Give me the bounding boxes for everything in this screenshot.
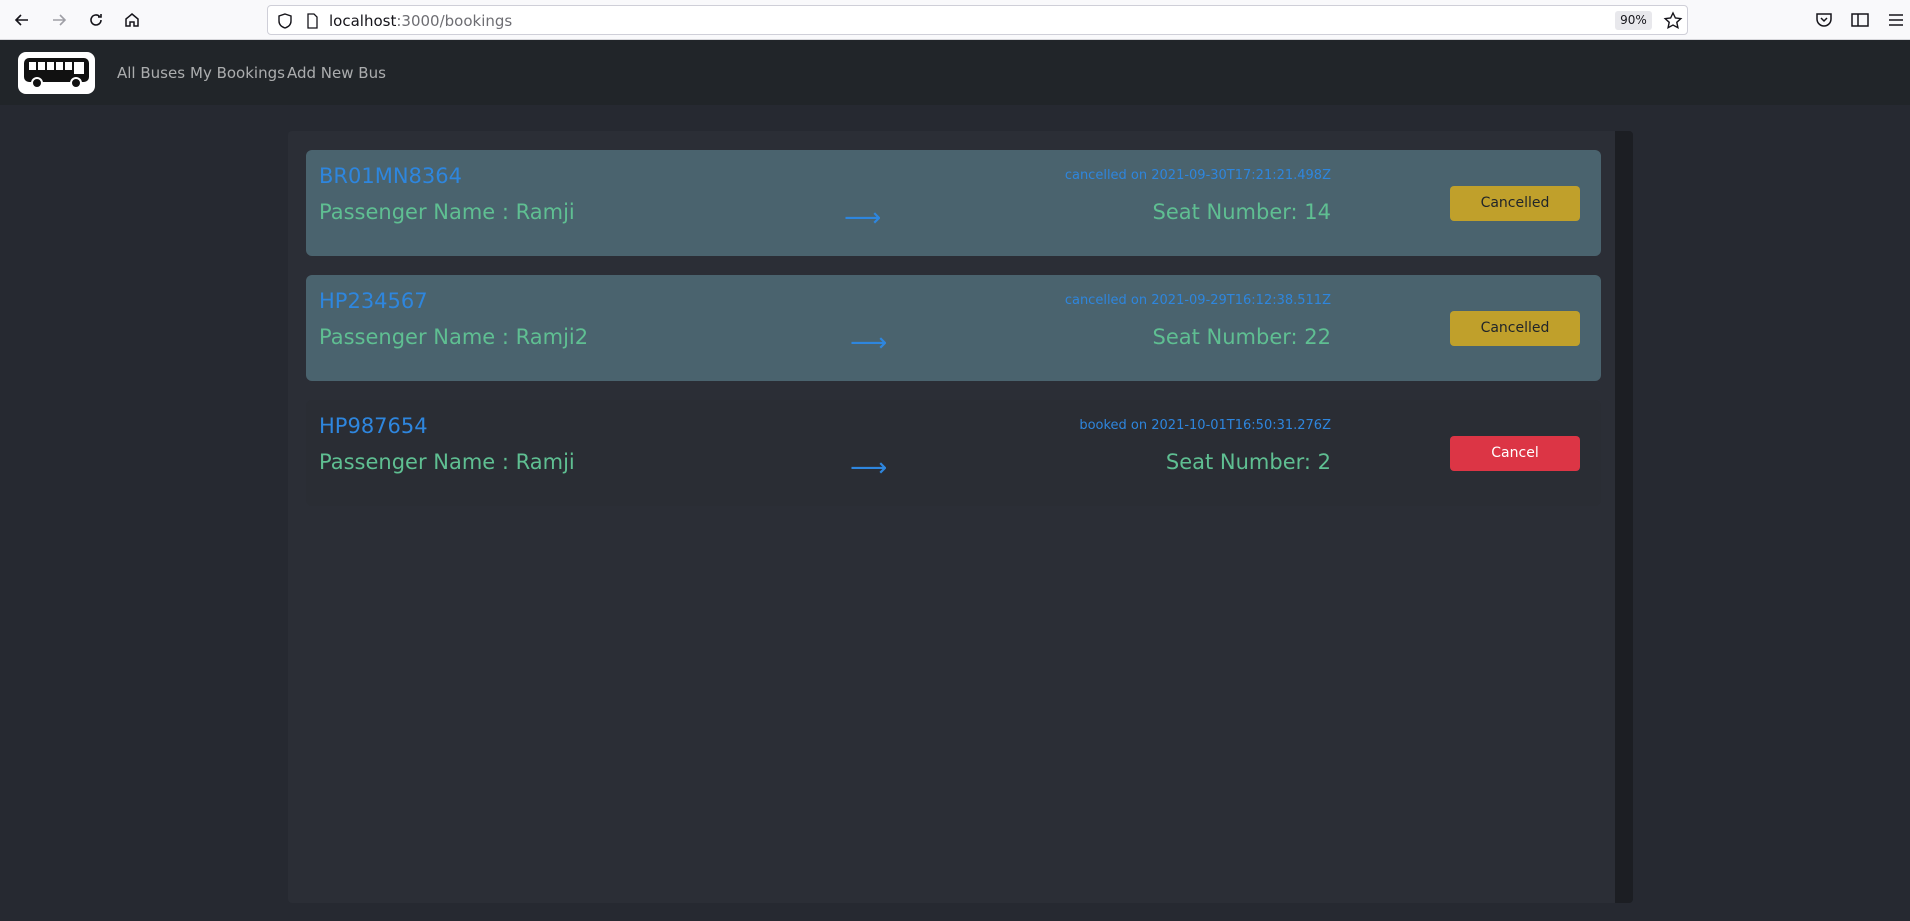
booking-status-time: cancelled on 2021-09-29T16:12:38.511Z [1064,293,1331,308]
passenger-name: Passenger Name : Ramji [319,200,575,224]
url-bar[interactable]: localhost:3000/bookings 90% [267,5,1688,35]
pocket-icon[interactable] [1814,10,1834,30]
cancel-button[interactable]: Cancel [1450,436,1580,471]
route-arrow-icon: ⟶ [850,453,888,483]
booking-card: BR01MN8364 Passenger Name : Ramji ⟶ canc… [306,150,1601,256]
bus-number: BR01MN8364 [319,164,462,188]
nav-all-buses[interactable]: All Buses [117,64,185,82]
route-arrow-icon: ⟶ [850,328,888,358]
shield-icon[interactable] [276,12,294,30]
browser-toolbar: localhost:3000/bookings 90% [0,0,1910,40]
route-arrow-icon: ⟶ [844,203,882,233]
booking-card: HP987654 Passenger Name : Ramji ⟶ booked… [306,400,1601,506]
url-text[interactable]: localhost:3000/bookings [329,12,512,30]
bus-number: HP987654 [319,414,428,438]
booking-status-time: booked on 2021-10-01T16:50:31.276Z [1079,418,1331,433]
sidebar-icon[interactable] [1850,10,1870,30]
forward-icon[interactable] [47,8,71,32]
menu-icon[interactable] [1886,10,1906,30]
nav-add-new-bus[interactable]: Add New Bus [287,64,386,82]
cancelled-button[interactable]: Cancelled [1450,186,1580,221]
bookmark-star-icon[interactable] [1663,11,1683,31]
reload-icon[interactable] [84,8,108,32]
back-icon[interactable] [10,8,34,32]
bus-logo[interactable] [18,52,95,94]
seat-number: Seat Number: 22 [1152,325,1332,349]
zoom-level-badge[interactable]: 90% [1615,11,1652,30]
bus-icon [24,58,89,89]
passenger-name: Passenger Name : Ramji2 [319,325,589,349]
cancelled-button[interactable]: Cancelled [1450,311,1580,346]
seat-number: Seat Number: 14 [1152,200,1332,224]
url-path: :3000/bookings [396,12,513,30]
booking-status-time: cancelled on 2021-09-30T17:21:21.498Z [1064,168,1331,183]
page-icon [307,13,318,29]
seat-number: Seat Number: 2 [1165,450,1331,474]
booking-card: HP234567 Passenger Name : Ramji2 ⟶ cance… [306,275,1601,381]
passenger-name: Passenger Name : Ramji [319,450,575,474]
home-icon[interactable] [120,8,144,32]
nav-my-bookings[interactable]: My Bookings [190,64,285,82]
bus-number: HP234567 [319,289,428,313]
url-host: localhost [329,12,397,30]
